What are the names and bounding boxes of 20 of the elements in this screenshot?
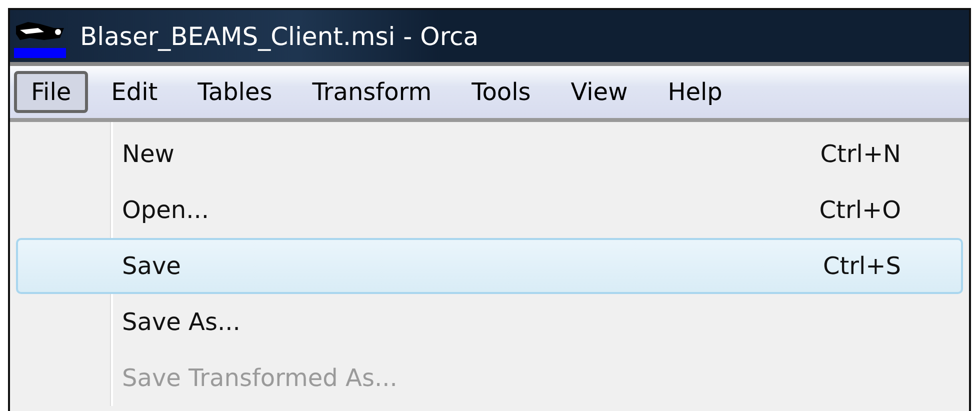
menu-item[interactable]: Edit	[94, 71, 175, 113]
menu-option[interactable]: New Ctrl+N	[16, 126, 963, 182]
menu-item[interactable]: Transform	[295, 71, 449, 113]
option-label: Save As...	[122, 308, 240, 336]
menu-option[interactable]: Save As...	[16, 294, 963, 350]
menu-option[interactable]: Save Ctrl+S	[16, 238, 963, 294]
shortcut-text: Ctrl+N	[820, 140, 901, 168]
menu-item[interactable]: Tools	[454, 71, 548, 113]
menu-item[interactable]: Tables	[180, 71, 290, 113]
window-title: Blaser_BEAMS_Client.msi - Orca	[80, 22, 479, 50]
menu-item[interactable]: File	[14, 71, 88, 113]
menu-item[interactable]: Help	[650, 71, 740, 113]
option-label: Open...	[122, 196, 209, 224]
shortcut-text: Ctrl+O	[819, 196, 901, 224]
option-label: Save	[122, 252, 181, 280]
option-label: Save Transformed As...	[122, 364, 398, 392]
menu-option[interactable]: Open... Ctrl+O	[16, 182, 963, 238]
option-label: New	[122, 140, 174, 168]
menu-item[interactable]: View	[554, 71, 645, 113]
shortcut-text: Ctrl+S	[822, 252, 901, 280]
